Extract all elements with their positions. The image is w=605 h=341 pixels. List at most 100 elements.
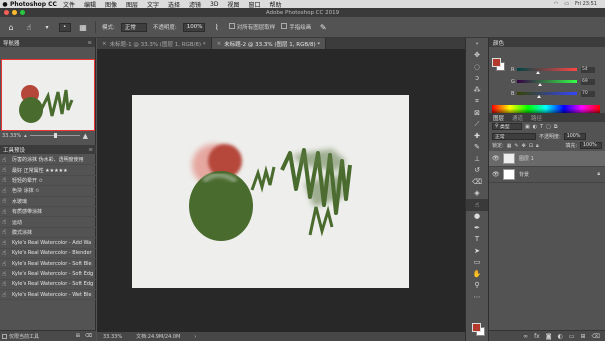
adjustment-layer-icon[interactable]: ◐ bbox=[558, 333, 563, 340]
new-group-icon[interactable]: ▭ bbox=[569, 333, 575, 340]
panel-menu-icon[interactable]: ≡ bbox=[88, 147, 93, 153]
layer-kind-filter[interactable]: ⚲ 类型 bbox=[492, 123, 522, 131]
app-menu[interactable]: Photoshop CC bbox=[10, 1, 57, 8]
panel-menu-icon[interactable]: ≡ bbox=[87, 40, 92, 46]
lock-brush-icon[interactable]: ✎ bbox=[514, 143, 518, 149]
layer-thumbnail[interactable] bbox=[503, 152, 515, 164]
flow-field[interactable]: 100% bbox=[182, 22, 205, 32]
trash-icon[interactable]: ⌫ bbox=[85, 333, 92, 339]
hand-tool-icon[interactable]: ✋ bbox=[466, 268, 488, 280]
preset-item[interactable]: ☝ Kyle's Real Watercolor - Add Wa bbox=[0, 238, 96, 249]
add-mask-icon[interactable]: ◙ bbox=[546, 333, 552, 340]
link-layers-icon[interactable]: ∞ bbox=[523, 333, 528, 340]
path-selection-tool-icon[interactable]: ➤ bbox=[466, 245, 488, 257]
close-window-button[interactable] bbox=[4, 10, 9, 15]
preset-item[interactable]: ☝ Kyle's Real Watercolor - Blender bbox=[0, 249, 96, 259]
document-canvas[interactable] bbox=[132, 95, 409, 288]
lock-pixels-icon[interactable]: ▦ bbox=[507, 143, 512, 149]
red-slider-handle[interactable] bbox=[536, 71, 540, 74]
filter-adjust-icon[interactable]: ◐ bbox=[533, 124, 537, 130]
crop-tool-icon[interactable]: ⌗ bbox=[466, 96, 488, 108]
preset-item[interactable]: ☝ Kyle's Real Watercolor - Soft Edg bbox=[0, 280, 96, 291]
smudge-tool-preset-icon[interactable]: ☝ bbox=[23, 21, 35, 33]
eraser-tool-icon[interactable]: ⌫ bbox=[466, 176, 488, 188]
preset-item[interactable]: ☝ 膜式涂抹 bbox=[0, 228, 96, 239]
navigator-tab[interactable]: 导航器 ≡ bbox=[0, 38, 95, 47]
lock-move-icon[interactable]: ✥ bbox=[522, 143, 526, 149]
clock[interactable]: Fri 23:51 bbox=[575, 1, 597, 7]
preset-item[interactable]: ☝ 有质感带涂抹 bbox=[0, 207, 96, 218]
doc-tab-1[interactable]: × 未标题-1 @ 33.3% (图层 1, RGB/8) * bbox=[97, 38, 212, 49]
brush-tool-icon[interactable]: ✎ bbox=[466, 142, 488, 154]
close-tab-icon[interactable]: × bbox=[102, 41, 107, 47]
home-icon[interactable]: ⌂ bbox=[5, 21, 17, 33]
green-slider-handle[interactable] bbox=[538, 83, 542, 86]
filter-smart-icon[interactable]: ⧉ bbox=[554, 124, 558, 130]
foreground-color-swatch[interactable] bbox=[472, 323, 481, 332]
preset-item[interactable]: ☝ 最好 正常属性 ★★★★★ bbox=[0, 165, 96, 176]
clone-stamp-tool-icon[interactable]: ⊥ bbox=[466, 153, 488, 165]
chevron-down-icon[interactable]: ▾ bbox=[41, 21, 53, 33]
preset-item[interactable]: ☝ 轻轻的晕开 ✩ bbox=[0, 176, 96, 187]
zoom-out-icon[interactable]: ▴ bbox=[24, 133, 27, 139]
blue-value[interactable]: 70 bbox=[581, 90, 595, 97]
brush-size-field[interactable]: • bbox=[59, 22, 71, 32]
zoom-window-button[interactable] bbox=[20, 10, 25, 15]
filter-pixel-icon[interactable]: ▣ bbox=[525, 124, 530, 130]
more-tools-icon[interactable]: ⋯ bbox=[466, 291, 488, 303]
filter-shape-icon[interactable]: ▢ bbox=[546, 124, 551, 130]
tab-paths[interactable]: 路径 bbox=[531, 114, 542, 122]
status-zoom[interactable]: 33.33% bbox=[103, 334, 122, 340]
opacity-field[interactable]: 100% bbox=[563, 132, 586, 140]
navigator-zoom-value[interactable]: 33.33% bbox=[2, 133, 21, 139]
zoom-in-icon[interactable]: ▲ bbox=[83, 132, 88, 140]
lasso-tool-icon[interactable]: ↄ bbox=[466, 73, 488, 85]
blue-slider[interactable] bbox=[517, 92, 577, 98]
color-panel-tab[interactable]: 颜色 bbox=[489, 38, 605, 47]
preset-item[interactable]: ☝ Kyle's Real Watercolor - Wet Ble bbox=[0, 290, 96, 301]
move-tool-icon[interactable]: ✥ bbox=[466, 50, 488, 62]
navigator-preview[interactable] bbox=[1, 59, 95, 131]
color-swatches[interactable] bbox=[472, 323, 486, 337]
battery-icon[interactable]: ▭ bbox=[564, 1, 569, 7]
zoom-slider[interactable] bbox=[29, 133, 80, 138]
layer-row-layer1[interactable]: 👁︎ 图层 1 bbox=[489, 150, 605, 167]
paint-bucket-tool-icon[interactable]: ◈ bbox=[466, 188, 488, 200]
preset-item[interactable]: ☝ 厉害的涂抹 伪水彩、透明度使用 bbox=[0, 155, 96, 166]
wifi-icon[interactable]: ◠ bbox=[554, 1, 558, 7]
doc-tab-2[interactable]: × 未标题-2 @ 33.3% (图层 1, RGB/8) * bbox=[211, 38, 327, 49]
minimize-window-button[interactable] bbox=[12, 10, 17, 15]
checkbox-box[interactable] bbox=[281, 23, 288, 29]
collapse-toolbar-icon[interactable]: » bbox=[466, 38, 488, 50]
rectangle-tool-icon[interactable]: ▭ bbox=[466, 257, 488, 269]
layer-row-background[interactable]: 👁︎ 背景 🔒︎ bbox=[489, 167, 605, 183]
preset-item[interactable]: ☝ Kyle's Real Watercolor - Soft Ble bbox=[0, 259, 96, 270]
visibility-eye-icon[interactable]: 👁︎ bbox=[492, 155, 500, 162]
visibility-eye-icon[interactable]: 👁︎ bbox=[492, 171, 500, 178]
lock-artboard-icon[interactable]: ⊡ bbox=[529, 143, 533, 149]
type-tool-icon[interactable]: T bbox=[466, 234, 488, 246]
zoom-tool-icon[interactable]: ⚲ bbox=[466, 280, 488, 292]
fill-field[interactable]: 100% bbox=[580, 142, 602, 150]
checkbox-box[interactable] bbox=[228, 23, 235, 29]
blend-mode-select[interactable]: 正常 bbox=[492, 132, 536, 140]
preset-item[interactable]: ☝ 运动 bbox=[0, 217, 96, 228]
airbrush-icon[interactable]: ⌇ bbox=[211, 21, 223, 33]
new-layer-icon[interactable]: ⊞ bbox=[580, 333, 585, 340]
history-brush-tool-icon[interactable]: ↺ bbox=[466, 165, 488, 177]
frame-tool-icon[interactable]: ⊠ bbox=[466, 107, 488, 119]
menu-3d[interactable]: 3D bbox=[210, 1, 218, 8]
pen-tool-icon[interactable]: ✒ bbox=[466, 222, 488, 234]
preset-item[interactable]: ☝ Kyle's Real Watercolor - Soft Edg bbox=[0, 269, 96, 280]
magic-wand-tool-icon[interactable]: ⁂ bbox=[466, 84, 488, 96]
layer-name[interactable]: 背景 bbox=[519, 171, 529, 178]
green-slider[interactable] bbox=[517, 80, 577, 86]
filter-type-icon[interactable]: T bbox=[540, 124, 543, 130]
lock-all-icon[interactable]: 🔒︎ bbox=[536, 143, 539, 149]
foreground-color-chip[interactable] bbox=[492, 58, 501, 67]
chevron-right-icon[interactable]: › bbox=[194, 334, 196, 340]
brush-settings-icon[interactable]: ▦ bbox=[77, 21, 89, 33]
sample-all-layers-checkbox[interactable]: 对所有图层取样 bbox=[228, 23, 275, 31]
mode-select[interactable]: 正常 bbox=[120, 22, 147, 32]
red-slider[interactable] bbox=[517, 68, 577, 74]
